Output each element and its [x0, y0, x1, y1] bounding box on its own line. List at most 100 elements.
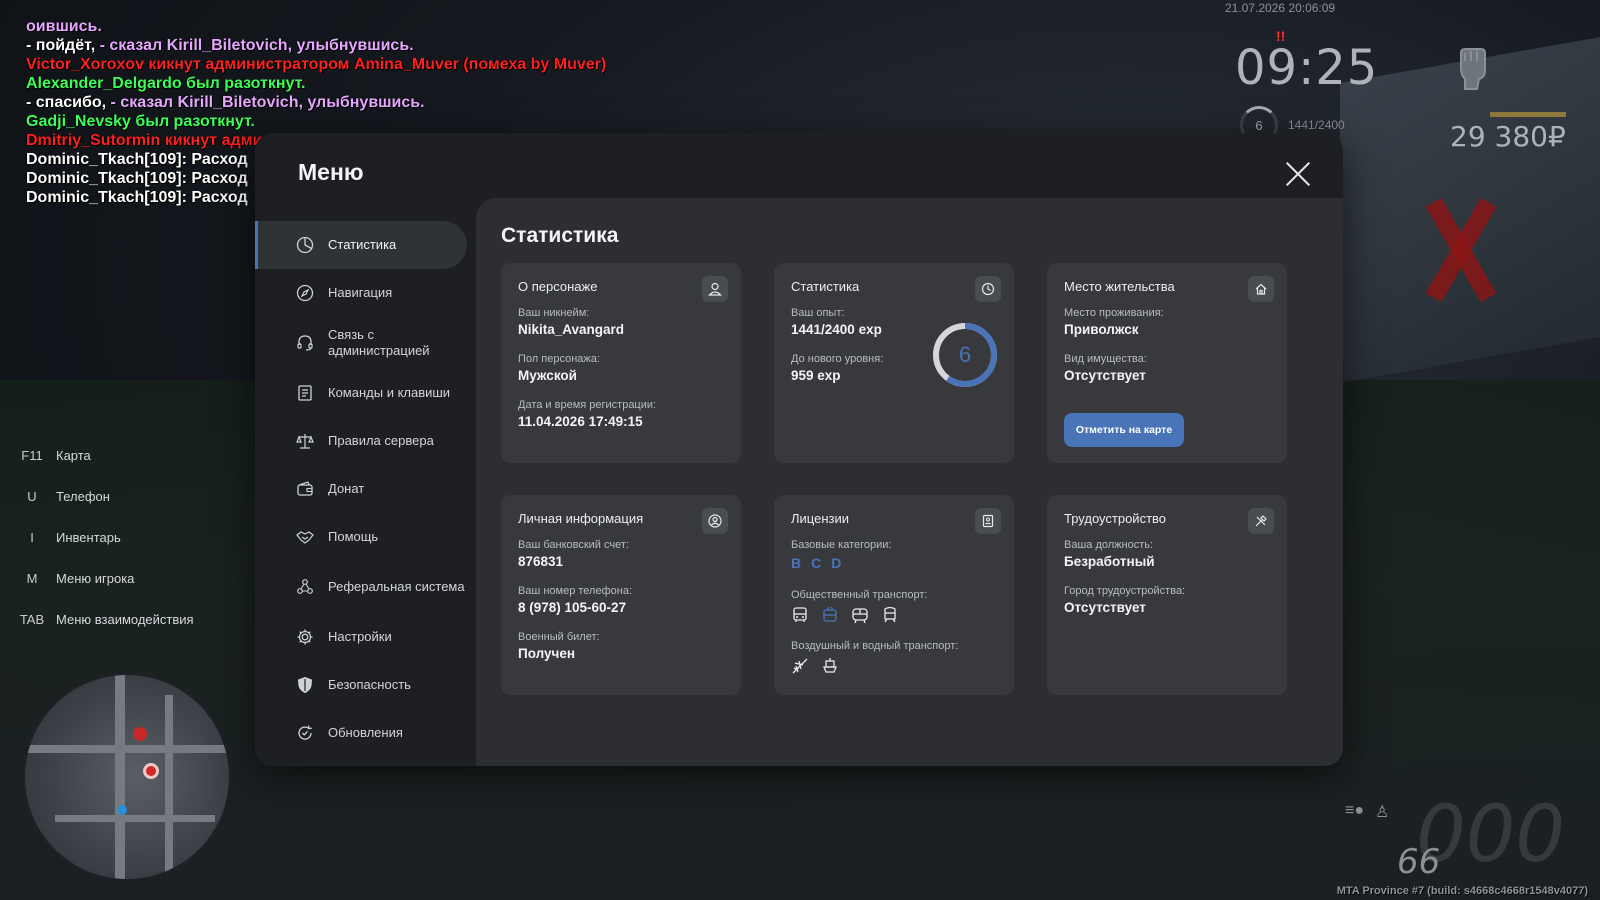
- key-label: M: [26, 571, 38, 586]
- position-field: Ваша должность: Безработный: [1064, 539, 1155, 569]
- chat-text: - сказал Kirill_Biletovich, улыбнувшись.: [110, 94, 425, 111]
- chat-text: Dominic_Tkach[109]: Расход: [26, 170, 248, 187]
- people-icon: [296, 578, 314, 596]
- card-character: О персонаже Ваш никнейм: Nikita_Avangard…: [501, 263, 741, 463]
- plane-icon: [791, 657, 809, 675]
- tram-icon: [851, 606, 869, 624]
- map-road: [115, 675, 125, 879]
- bank-field: Ваш банковский счет: 876831: [518, 539, 629, 569]
- field-label: До нового уровня:: [791, 353, 884, 365]
- build-info: MTA Province #7 (build: s4668c4668r1548v…: [1336, 885, 1588, 897]
- phone-number: 8 (978) 105-60-27: [518, 600, 627, 615]
- job-city: Отсутствует: [1064, 600, 1146, 615]
- fist-icon: [1455, 45, 1489, 91]
- card-title: Лицензии: [791, 511, 849, 526]
- chat-line: - спасибо, - сказал Kirill_Biletovich, у…: [26, 93, 606, 112]
- sidebar-item-8[interactable]: Реферальная система: [255, 561, 467, 613]
- level-ring: 6: [931, 321, 999, 389]
- chat-line: Victor_Xoroxov кикнут администратором Am…: [26, 55, 606, 74]
- experience: 1441/2400 exp: [791, 322, 882, 337]
- sidebar-item-4[interactable]: Команды и клавиши: [255, 369, 467, 417]
- sidebar-item-label: Настройки: [328, 629, 392, 644]
- red-cross-sign: [1430, 195, 1490, 305]
- public-transport-icons: [791, 606, 927, 624]
- key-hints: F11 Карта U Телефон I Инвентарь M Меню игрока TA…: [18, 435, 194, 640]
- key-hint: U Телефон: [18, 476, 194, 517]
- sidebar-item-label: Правила сервера: [328, 433, 434, 448]
- field-label: Воздушный и водный транспорт:: [791, 640, 959, 652]
- field-label: Город трудоустройства:: [1064, 585, 1186, 597]
- field-label: Военный билет:: [518, 631, 600, 643]
- job-city-field: Город трудоустройства: Отсутствует: [1064, 585, 1185, 615]
- sidebar-item-6[interactable]: Донат: [255, 465, 467, 513]
- card-title: Трудоустройство: [1064, 511, 1167, 526]
- key-action: Телефон: [56, 489, 110, 504]
- key-hint: M Меню игрока: [18, 558, 194, 599]
- key-action: Меню игрока: [56, 571, 135, 586]
- card-stats: Статистика Ваш опыт: 1441/2400 exp До но…: [774, 263, 1014, 463]
- map-road: [55, 815, 215, 822]
- sidebar-item-label: Безопасность: [328, 677, 411, 692]
- sidebar-item-10[interactable]: Безопасность: [255, 661, 467, 709]
- sidebar-item-2[interactable]: Навигация: [255, 269, 467, 317]
- sidebar-item-11[interactable]: Обновления: [255, 709, 467, 757]
- hud-clock: 09:25: [1235, 40, 1379, 96]
- sidebar-item-7[interactable]: Помощь: [255, 513, 467, 561]
- field-label: Ваш банковский счет:: [518, 539, 629, 551]
- user-circle-icon: [702, 508, 728, 534]
- chat-text: Dominic_Tkach[109]: Расход: [26, 189, 248, 206]
- close-button[interactable]: [1285, 161, 1311, 187]
- reg-field: Дата и время регистрации: 11.04.2026 17:…: [518, 399, 656, 429]
- sidebar-item-label: Статистика: [328, 237, 397, 252]
- card-personal: Личная информация Ваш банковский счет: 8…: [501, 495, 741, 695]
- exp-field: Ваш опыт: 1441/2400 exp: [791, 307, 882, 337]
- mark-on-map-button[interactable]: Отметить на карте: [1064, 413, 1184, 447]
- military-id: Получен: [518, 646, 576, 661]
- tools-icon: [1248, 508, 1274, 534]
- card-title: Место жительства: [1064, 279, 1175, 294]
- key-action: Инвентарь: [56, 530, 121, 545]
- field-label: Пол персонажа:: [518, 353, 600, 365]
- content-panel: Статистика О персонаже Ваш никнейм: Niki…: [476, 198, 1343, 766]
- seatbelt-icon: ♙: [1375, 804, 1390, 821]
- public-transport-field: Общественный транспорт:: [791, 589, 927, 624]
- chat-text: оившись.: [26, 18, 102, 35]
- headset-icon: [296, 334, 314, 352]
- bank-account: 876831: [518, 554, 564, 569]
- field-label: Общественный транспорт:: [791, 589, 928, 601]
- menu-title: Меню: [298, 159, 364, 185]
- sidebar-item-1[interactable]: Статистика: [255, 221, 467, 269]
- hud-money-bar: [1490, 112, 1566, 117]
- player-marker: [143, 763, 159, 779]
- sidebar-item-5[interactable]: Правила сервера: [255, 417, 467, 465]
- map-marker-blue: [117, 805, 127, 815]
- wallet-icon: [296, 480, 314, 498]
- bus-icon: [791, 606, 809, 624]
- card-title: Личная информация: [518, 511, 644, 526]
- sidebar-item-9[interactable]: Настройки: [255, 613, 467, 661]
- hud-money: 29 380₽: [1450, 120, 1566, 153]
- license-icon: [975, 508, 1001, 534]
- card-employment: Трудоустройство Ваша должность: Безработ…: [1047, 495, 1287, 695]
- sidebar-item-label: Обновления: [328, 725, 403, 740]
- chat-text: Dominic_Tkach[109]: Расход: [26, 151, 248, 168]
- key-label: F11: [21, 448, 43, 463]
- chat-text: - спасибо,: [26, 94, 111, 111]
- field-label: Ваш номер телефона:: [518, 585, 633, 597]
- boat-icon: [821, 657, 839, 675]
- registration-date: 11.04.2026 17:49:15: [518, 414, 643, 429]
- place-field: Место проживания: Приволжск: [1064, 307, 1164, 337]
- chat-text: Alexander_Delgardo был разоткнут.: [26, 75, 306, 92]
- map-road: [165, 695, 173, 875]
- card-title: Статистика: [791, 279, 860, 294]
- sidebar-item-label: Связь с администрацией: [328, 327, 430, 358]
- sidebar-item-3[interactable]: Связь с администрацией: [255, 317, 467, 369]
- field-label: Вид имущества:: [1064, 353, 1147, 365]
- base-categories-field: Базовые категории: BCD: [791, 539, 892, 571]
- next-level-field: До нового уровня: 959 exp: [791, 353, 883, 383]
- field-label: Ваша должность:: [1064, 539, 1154, 551]
- clock-icon: [975, 276, 1001, 302]
- chat-text: - сказал Kirill_Biletovich, улыбнувшись.: [99, 37, 414, 54]
- sidebar-item-label: Команды и клавиши: [328, 385, 451, 400]
- residence-place: Приволжск: [1064, 322, 1139, 337]
